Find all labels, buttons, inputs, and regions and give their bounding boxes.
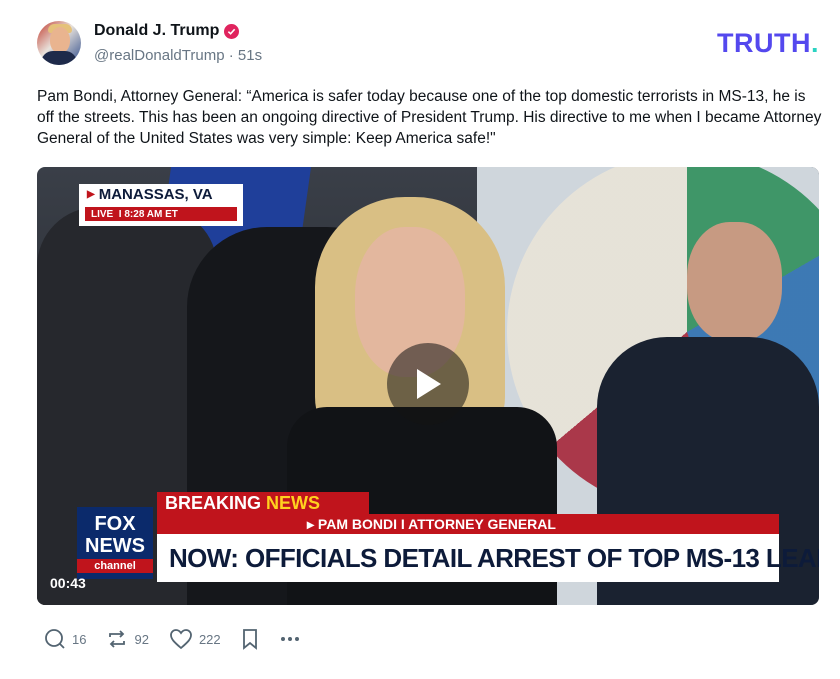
play-icon <box>417 369 441 399</box>
post-actions: 16 92 222 <box>44 628 321 650</box>
location-bug: ▶ MANASSAS, VA LIVE I 8:28 AM ET <box>79 184 243 226</box>
bookmark-button[interactable] <box>241 628 259 650</box>
like-button[interactable]: 222 <box>169 628 221 650</box>
video-player[interactable]: ▶ MANASSAS, VA LIVE I 8:28 AM ET BREAKING… <box>37 167 819 605</box>
author-handle[interactable]: @realDonaldTrump <box>94 47 225 64</box>
reply-count: 16 <box>72 631 87 647</box>
author-avatar[interactable] <box>37 21 81 65</box>
meta-separator: · <box>224 47 238 64</box>
verified-icon <box>224 23 240 39</box>
news-chyron: BREAKING NEWS ▸ PAM BONDI I ATTORNEY GEN… <box>77 492 819 587</box>
retruth-count: 92 <box>134 631 149 647</box>
video-timecode: 00:43 <box>50 575 86 591</box>
logo-text: TRUTH <box>717 28 811 58</box>
fox-logo-line3: channel <box>77 559 153 573</box>
reply-icon <box>44 628 66 650</box>
fox-logo-line2: NEWS <box>85 535 145 557</box>
fox-logo-line1: FOX <box>94 513 136 535</box>
truth-post: Donald J. Trump @realDonaldTrump · 51s T… <box>0 0 840 679</box>
live-label: LIVE <box>91 208 114 220</box>
like-count: 222 <box>198 631 221 647</box>
location-text: MANASSAS, VA <box>98 186 213 203</box>
bookmark-icon <box>241 628 259 650</box>
author-handle-row: @realDonaldTrump · 51s <box>94 47 262 64</box>
breaking-news-label: BREAKING NEWS <box>157 492 369 514</box>
live-time: 8:28 AM ET <box>124 208 178 220</box>
like-icon <box>169 628 193 650</box>
breaking-word: BREAKING <box>165 493 267 513</box>
post-timestamp[interactable]: 51s <box>238 47 262 64</box>
avatar-suit <box>41 51 77 65</box>
post-text: Pam Bondi, Attorney General: “America is… <box>37 88 822 147</box>
video-person-right-head <box>687 222 782 342</box>
chyron-headline: NOW: OFFICIALS DETAIL ARREST OF TOP MS-1… <box>157 534 819 582</box>
author-name-row: Donald J. Trump <box>94 22 240 40</box>
retruth-button[interactable]: 92 <box>106 628 149 650</box>
play-button[interactable] <box>387 343 469 425</box>
more-icon <box>279 628 301 650</box>
location-label: ▶ MANASSAS, VA <box>87 186 213 203</box>
news-word: NEWS <box>266 493 321 513</box>
logo-dot: . <box>810 28 819 58</box>
truth-social-logo[interactable]: TRUTH. <box>717 28 819 59</box>
speaker-lower-third: ▸ PAM BONDI I ATTORNEY GENERAL <box>157 514 779 534</box>
avatar-face <box>50 27 70 53</box>
live-bar: LIVE I 8:28 AM ET <box>85 207 237 221</box>
location-triangle-icon: ▶ <box>87 189 95 200</box>
more-options-button[interactable] <box>279 628 301 650</box>
fox-news-logo: FOX NEWS channel <box>77 507 153 579</box>
retruth-icon <box>106 628 128 650</box>
reply-button[interactable]: 16 <box>44 628 86 650</box>
author-display-name[interactable]: Donald J. Trump <box>94 22 219 40</box>
